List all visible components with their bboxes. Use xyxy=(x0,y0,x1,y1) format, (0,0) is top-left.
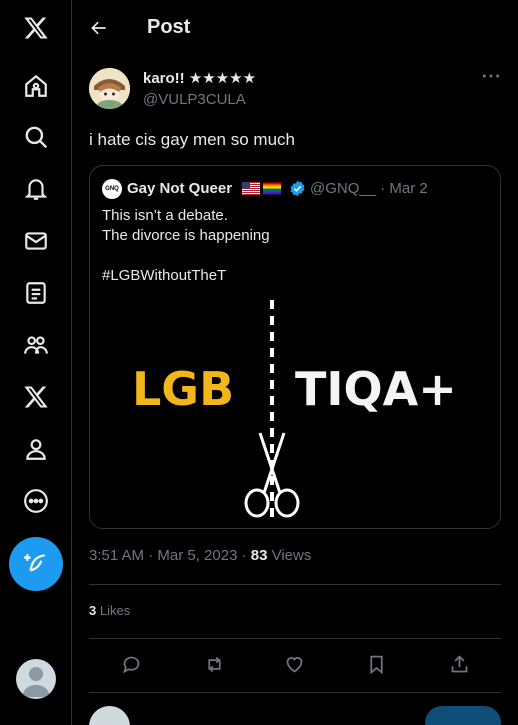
bell-icon[interactable] xyxy=(14,167,58,211)
quoted-post[interactable]: GNQ Gay Not Queer @GNQ__ · Mar 2 This is… xyxy=(89,165,501,529)
author-name[interactable]: karo!! ★★★★★ xyxy=(143,69,256,87)
repost-button[interactable] xyxy=(201,651,227,677)
divider xyxy=(89,638,501,639)
reply-icon xyxy=(122,656,139,673)
image-text-tiqa: TIQA+ xyxy=(295,362,457,416)
header: Post xyxy=(72,0,518,55)
post-timestamp[interactable]: 3:51 AM · Mar 5, 2023 · xyxy=(89,547,251,564)
more-circle-icon[interactable] xyxy=(14,479,58,523)
bookmark-button[interactable] xyxy=(363,651,389,677)
quote-flags xyxy=(242,182,281,195)
x-logo-icon[interactable] xyxy=(14,6,58,50)
feather-plus-icon xyxy=(24,554,45,572)
compose-post-button[interactable] xyxy=(9,537,63,591)
main-column: Post karo!! ★★★★★ @VULP3CULA i hate cis … xyxy=(72,0,518,725)
reply-button[interactable] xyxy=(118,651,144,677)
views-count: 83 xyxy=(250,547,268,564)
reply-submit-button[interactable] xyxy=(425,706,501,725)
like-button[interactable] xyxy=(281,651,307,677)
author-avatar[interactable] xyxy=(89,68,130,109)
page-title: Post xyxy=(147,16,191,38)
more-options-button[interactable] xyxy=(477,66,505,86)
quote-author-name[interactable]: Gay Not Queer xyxy=(127,180,232,197)
profile-icon[interactable] xyxy=(14,427,58,471)
reply-avatar[interactable] xyxy=(89,706,130,725)
lists-icon[interactable] xyxy=(14,271,58,315)
quote-handle-date[interactable]: @GNQ__ · Mar 2 xyxy=(310,180,428,197)
rainbow-flag-icon xyxy=(263,182,281,195)
quote-line-1: This isn’t a debate. xyxy=(102,207,228,224)
views-label: Views xyxy=(267,547,312,564)
quote-image[interactable]: LGB TIQA+ xyxy=(90,288,500,528)
mail-icon[interactable] xyxy=(14,219,58,263)
post-text: i hate cis gay men so much xyxy=(89,130,295,149)
quote-text: This isn’t a debate. The divorce is happ… xyxy=(102,206,270,286)
account-avatar[interactable] xyxy=(16,659,56,699)
author-handle[interactable]: @VULP3CULA xyxy=(143,91,246,108)
communities-icon[interactable] xyxy=(14,323,58,367)
heart-icon xyxy=(286,656,302,673)
back-button[interactable] xyxy=(84,13,114,43)
search-icon[interactable] xyxy=(14,115,58,159)
sidebar xyxy=(0,0,72,725)
divider xyxy=(89,584,501,585)
quote-avatar[interactable]: GNQ xyxy=(102,179,122,199)
home-icon[interactable] xyxy=(14,64,58,108)
likes-label: Likes xyxy=(96,603,131,618)
quote-line-2: The divorce is happening xyxy=(102,227,270,244)
verified-badge-icon xyxy=(290,180,305,197)
likes-row[interactable]: 3 Likes xyxy=(89,603,130,618)
us-flag-icon xyxy=(242,182,260,195)
divider xyxy=(89,692,501,693)
arrow-left-icon xyxy=(91,21,106,35)
bookmark-icon xyxy=(369,655,383,674)
x-premium-icon[interactable] xyxy=(14,375,58,419)
image-text-lgb: LGB xyxy=(132,362,234,416)
share-button[interactable] xyxy=(446,651,472,677)
more-horizontal-icon xyxy=(482,74,500,78)
repost-icon xyxy=(207,656,221,672)
quote-hashtag[interactable]: #LGBWithoutTheT xyxy=(102,266,270,286)
share-icon xyxy=(451,654,467,672)
post-meta: 3:51 AM · Mar 5, 2023 · 83 Views xyxy=(89,547,311,564)
